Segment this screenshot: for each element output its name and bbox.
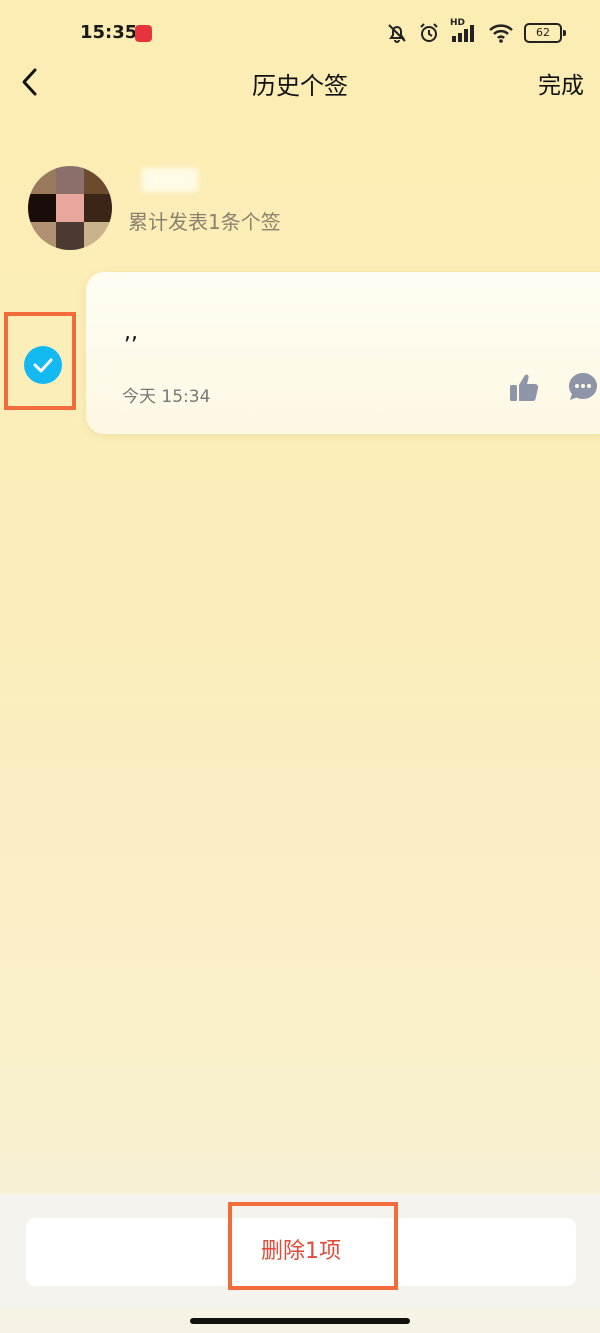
thumb-up-icon[interactable] — [508, 372, 540, 404]
header: 历史个签 完成 — [0, 60, 600, 104]
avatar-pixel — [56, 166, 84, 194]
username-redacted — [142, 168, 198, 192]
battery-level: 62 — [536, 26, 550, 39]
signal-icon: HD — [450, 18, 478, 44]
avatar-pixel — [28, 194, 56, 222]
done-button[interactable]: 完成 — [538, 66, 584, 100]
avatar-pixel — [84, 166, 112, 194]
signature-card[interactable]: ,, 今天 15:34 — [86, 272, 600, 434]
status-bar: 15:35 HD 62 — [0, 0, 600, 64]
battery-icon: 62 — [524, 23, 566, 43]
selected-checkbox[interactable] — [24, 346, 62, 384]
signature-count: 累计发表1条个签 — [128, 210, 281, 234]
comment-icon[interactable] — [566, 370, 600, 404]
avatar[interactable] — [28, 166, 112, 250]
avatar-pixel — [28, 222, 56, 250]
avatar-pixel — [28, 166, 56, 194]
page-title: 历史个签 — [252, 72, 348, 100]
delete-highlight-box — [228, 1202, 398, 1290]
avatar-pixel — [56, 222, 84, 250]
alarm-icon — [420, 23, 438, 42]
home-indicator[interactable] — [190, 1318, 410, 1324]
signature-time: 今天 15:34 — [122, 387, 211, 407]
mute-bell-icon — [388, 24, 406, 43]
avatar-pixel — [84, 222, 112, 250]
status-icons: HD 62 — [386, 18, 566, 46]
signature-text: ,, — [124, 320, 138, 345]
avatar-pixel — [84, 194, 112, 222]
avatar-pixel — [56, 194, 84, 222]
checkmark-icon — [33, 358, 53, 373]
app-badge-icon — [135, 25, 152, 42]
status-time: 15:35 — [80, 22, 138, 43]
wifi-icon — [489, 24, 513, 43]
